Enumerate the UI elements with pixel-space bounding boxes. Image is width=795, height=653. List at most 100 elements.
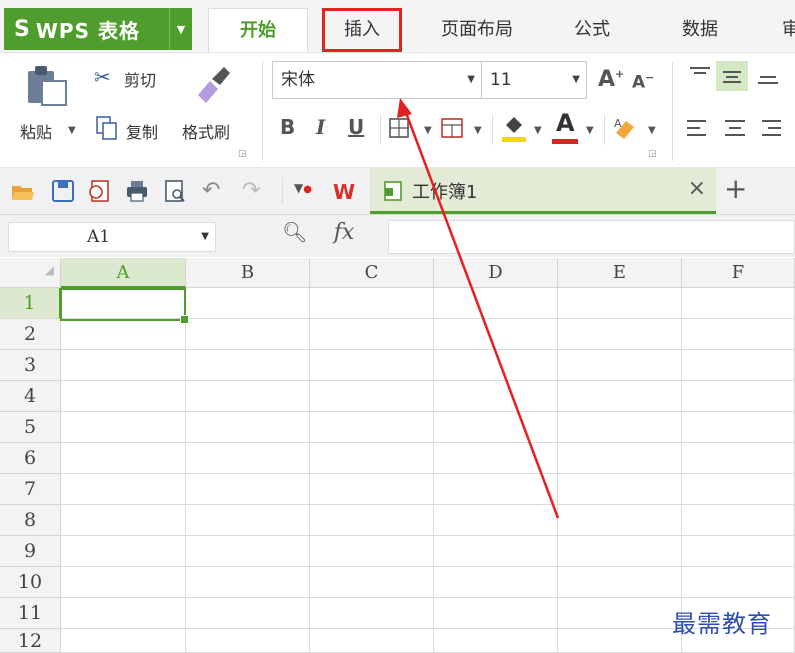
table-cell[interactable] <box>682 443 795 474</box>
table-cell[interactable] <box>434 536 558 567</box>
table-cell[interactable] <box>310 536 434 567</box>
table-cell[interactable] <box>186 505 310 536</box>
column-header[interactable]: D <box>434 258 558 288</box>
align-right-icon[interactable] <box>758 117 784 139</box>
open-folder-icon[interactable] <box>10 178 36 204</box>
format-painter-button[interactable]: 格式刷 <box>182 119 230 143</box>
column-header[interactable]: F <box>682 258 795 288</box>
table-cell[interactable] <box>434 412 558 443</box>
chevron-down-icon[interactable]: ▼ <box>424 125 432 136</box>
table-cell[interactable] <box>558 536 682 567</box>
table-cell[interactable] <box>434 567 558 598</box>
table-cell[interactable] <box>186 443 310 474</box>
font-launcher-icon[interactable]: ◲ <box>648 149 657 159</box>
align-bottom-icon[interactable] <box>754 67 782 91</box>
table-cell[interactable] <box>682 536 795 567</box>
table-cell[interactable] <box>310 350 434 381</box>
row-header[interactable]: 9 <box>0 536 61 567</box>
table-cell[interactable] <box>61 412 186 443</box>
row-header[interactable]: 8 <box>0 505 61 536</box>
table-cell[interactable] <box>434 288 558 319</box>
clipboard-launcher-icon[interactable]: ◲ <box>238 149 247 159</box>
table-cell[interactable] <box>434 505 558 536</box>
export-pdf-icon[interactable] <box>86 178 112 204</box>
table-cell[interactable] <box>558 598 682 629</box>
print-icon[interactable] <box>124 178 150 204</box>
table-cell[interactable] <box>558 443 682 474</box>
table-cell[interactable] <box>434 598 558 629</box>
table-cell[interactable] <box>310 474 434 505</box>
brush-icon[interactable] <box>190 61 236 107</box>
column-header[interactable]: E <box>558 258 682 288</box>
italic-button[interactable]: I <box>316 115 325 139</box>
chevron-down-icon[interactable]: ▼ <box>169 8 192 50</box>
table-cell[interactable] <box>682 319 795 350</box>
row-header[interactable]: 7 <box>0 474 61 505</box>
table-cell[interactable] <box>434 474 558 505</box>
table-cell[interactable] <box>434 350 558 381</box>
table-cell[interactable] <box>434 319 558 350</box>
table-cell[interactable] <box>434 443 558 474</box>
row-header[interactable]: 3 <box>0 350 61 381</box>
table-cell[interactable] <box>434 629 558 653</box>
document-tab[interactable]: 工作簿1 × <box>370 168 716 214</box>
table-cell[interactable] <box>558 381 682 412</box>
table-cell[interactable] <box>682 350 795 381</box>
table-cell[interactable] <box>61 629 186 653</box>
save-icon[interactable] <box>50 178 76 204</box>
table-cell[interactable] <box>61 319 186 350</box>
table-cell[interactable] <box>310 567 434 598</box>
table-cell[interactable] <box>682 381 795 412</box>
table-cell[interactable] <box>558 319 682 350</box>
shrink-font-button[interactable]: A− <box>632 71 654 93</box>
table-cell[interactable] <box>186 536 310 567</box>
tab-data[interactable]: 数据 <box>660 8 740 52</box>
table-cell[interactable] <box>186 288 310 319</box>
row-header[interactable]: 4 <box>0 381 61 412</box>
column-header[interactable]: C <box>310 258 434 288</box>
table-cell[interactable] <box>186 412 310 443</box>
table-cell[interactable] <box>61 505 186 536</box>
table-cell[interactable] <box>558 567 682 598</box>
grow-font-button[interactable]: A+ <box>598 67 624 92</box>
table-cell[interactable] <box>61 350 186 381</box>
cut-button[interactable]: 剪切 <box>124 67 156 91</box>
table-cell[interactable] <box>186 319 310 350</box>
table-cell[interactable] <box>682 412 795 443</box>
table-cell[interactable] <box>558 350 682 381</box>
tab-formulas[interactable]: 公式 <box>552 8 632 52</box>
table-cell[interactable] <box>310 381 434 412</box>
table-cell[interactable] <box>61 474 186 505</box>
name-box[interactable]: A1 ▼ <box>8 222 216 252</box>
column-header[interactable]: A <box>61 258 186 288</box>
row-header[interactable]: 10 <box>0 567 61 598</box>
table-cell[interactable] <box>186 629 310 653</box>
table-cell[interactable] <box>682 474 795 505</box>
table-cell[interactable] <box>310 288 434 319</box>
print-preview-icon[interactable] <box>162 178 188 204</box>
paste-dropdown-icon[interactable]: ▼ <box>68 125 76 136</box>
chevron-down-icon[interactable]: ▼ <box>586 125 594 136</box>
chevron-down-icon[interactable]: ▼ <box>648 125 656 136</box>
font-size-select[interactable]: 11 ▼ <box>481 61 587 99</box>
table-cell[interactable] <box>61 381 186 412</box>
chevron-down-icon[interactable]: ▼ <box>201 223 209 251</box>
table-cell[interactable] <box>558 474 682 505</box>
active-cell-a1[interactable] <box>60 288 189 324</box>
underline-button[interactable]: U <box>348 115 364 139</box>
add-tab-icon[interactable]: + <box>724 172 747 205</box>
close-icon[interactable]: × <box>688 176 706 201</box>
tab-review[interactable]: 审 <box>776 8 795 52</box>
fill-color-icon[interactable] <box>500 113 528 143</box>
table-cell[interactable] <box>558 629 682 653</box>
font-color-button[interactable]: A <box>556 109 575 137</box>
wps-w-icon[interactable]: W <box>332 178 358 204</box>
merge-cells-icon[interactable] <box>440 117 466 139</box>
table-cell[interactable] <box>310 629 434 653</box>
undo-icon[interactable]: ↶ <box>202 178 228 204</box>
align-left-icon[interactable] <box>684 117 710 139</box>
table-cell[interactable] <box>186 598 310 629</box>
font-name-select[interactable]: 宋体 ▼ <box>272 61 482 99</box>
select-all-corner[interactable]: ◢ <box>0 258 61 288</box>
row-header[interactable]: 6 <box>0 443 61 474</box>
